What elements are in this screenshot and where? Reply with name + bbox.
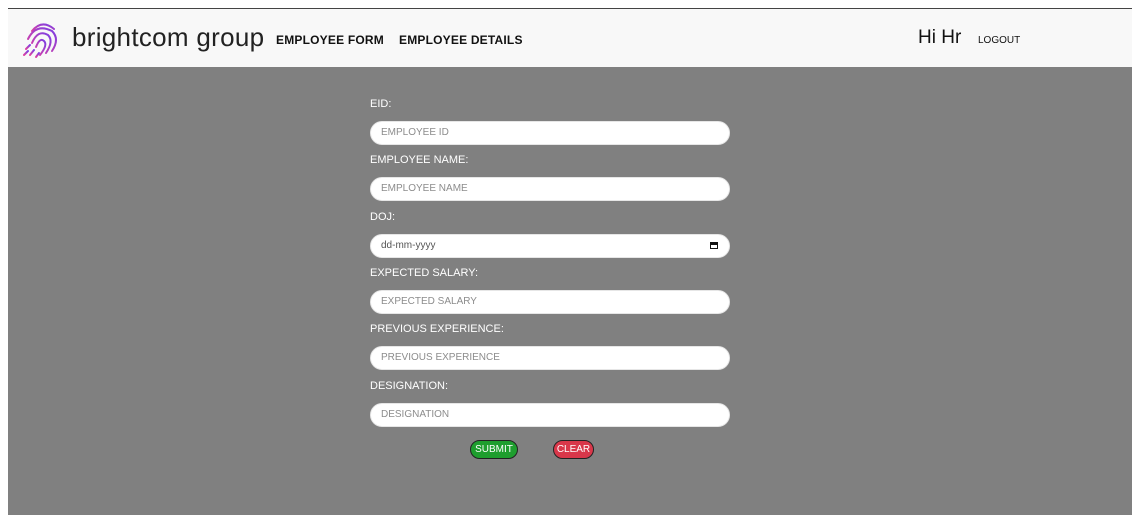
page-frame: brightcom group EMPLOYEE FORM EMPLOYEE D… [8,8,1132,515]
submit-button[interactable]: SUBMIT [470,440,518,459]
previous-experience-input[interactable]: PREVIOUS EXPERIENCE [370,346,730,370]
nav-employee-details[interactable]: EMPLOYEE DETAILS [399,33,523,47]
designation-input[interactable]: DESIGNATION [370,403,730,427]
navbar: brightcom group EMPLOYEE FORM EMPLOYEE D… [8,9,1132,67]
calendar-icon[interactable] [710,242,718,249]
logout-link[interactable]: LOGOUT [978,35,1020,46]
doj-label: DOJ: [370,211,396,223]
expected-salary-input[interactable]: EXPECTED SALARY [370,290,730,314]
brand-name: brightcom group [72,22,265,52]
employee-name-input[interactable]: EMPLOYEE NAME [370,177,730,201]
clear-button[interactable]: CLEAR [553,440,594,459]
previous-experience-label: PREVIOUS EXPERIENCE: [370,323,504,335]
user-greeting: Hi Hr [918,27,962,48]
eid-label: EID: [370,98,392,110]
doj-date-input[interactable]: dd-mm-yyyy [370,234,730,258]
nav-employee-form[interactable]: EMPLOYEE FORM [276,33,384,47]
fingerprint-logo-icon [23,23,57,58]
employee-id-input[interactable]: EMPLOYEE ID [370,121,730,145]
designation-label: DESIGNATION: [370,380,449,392]
expected-salary-label: EXPECTED SALARY: [370,267,479,279]
date-placeholder: dd-mm-yyyy [381,240,436,251]
employee-name-label: EMPLOYEE NAME: [370,154,469,166]
